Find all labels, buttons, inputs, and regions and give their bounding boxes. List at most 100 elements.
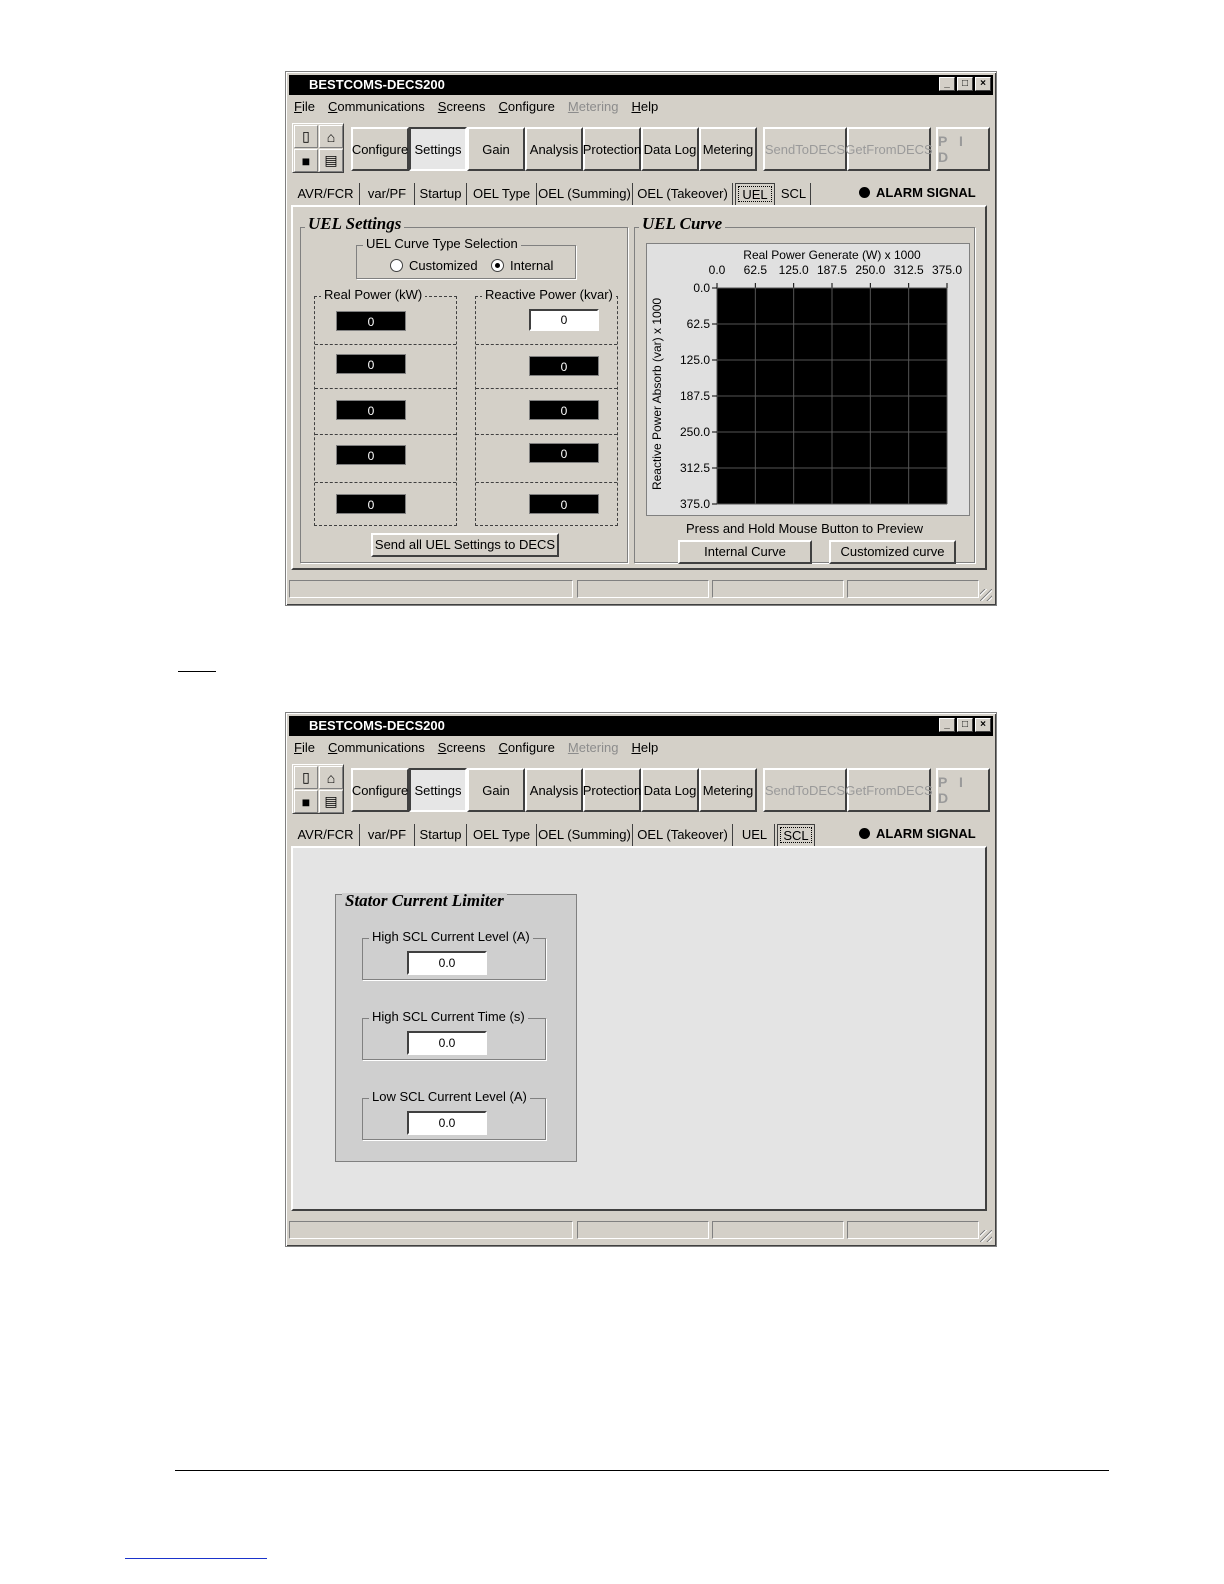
analysis-button[interactable]: Analysis: [525, 768, 583, 812]
chart-y-tick-label: 0.0: [693, 281, 710, 295]
menu-help[interactable]: Help: [631, 739, 658, 757]
save-disk-icon[interactable]: ■: [294, 149, 318, 172]
menu-communications[interactable]: Communications: [328, 98, 425, 116]
status-pane-4: [847, 1221, 979, 1239]
menu-communications[interactable]: Communications: [328, 739, 425, 757]
menu-help[interactable]: Help: [631, 98, 658, 116]
save-disk-icon[interactable]: ■: [294, 790, 318, 813]
high-scl-time-input[interactable]: 0.0: [407, 1031, 487, 1055]
menu-screens[interactable]: Screens: [438, 739, 486, 757]
real-power-value-4[interactable]: 0: [336, 445, 406, 465]
tab-avr-fcr[interactable]: AVR/FCR: [292, 183, 360, 205]
real-power-title: Real Power (kW): [321, 287, 426, 303]
tab-scl[interactable]: SCL: [777, 183, 811, 205]
tab-oel-takeover[interactable]: OEL (Takeover): [633, 824, 733, 846]
reactive-power-value-3[interactable]: 0: [529, 400, 599, 420]
real-power-value-3[interactable]: 0: [336, 400, 406, 420]
reactive-power-value-4[interactable]: 0: [529, 443, 599, 463]
tab-oel-takeover[interactable]: OEL (Takeover): [633, 183, 733, 205]
maximize-icon[interactable]: □: [957, 77, 973, 91]
radio-internal-icon[interactable]: [491, 259, 504, 272]
real-power-value-5[interactable]: 0: [336, 494, 406, 514]
high-scl-level-input[interactable]: 0.0: [407, 951, 487, 975]
tab-scl[interactable]: SCL: [777, 824, 815, 846]
high-scl-level-label: High SCL Current Level (A): [369, 929, 533, 945]
metering-button[interactable]: Metering: [699, 127, 757, 171]
tab-var-pf[interactable]: var/PF: [360, 824, 415, 846]
tab-uel[interactable]: UEL: [735, 183, 775, 205]
chart-y-tick-label: 187.5: [680, 389, 710, 403]
configure-button[interactable]: Configure: [351, 768, 409, 812]
print-icon[interactable]: ▤: [319, 790, 343, 813]
resize-grip-icon[interactable]: [980, 1230, 992, 1242]
title-bar: BESTCOMS-DECS200 _ □ ×: [289, 716, 993, 736]
configure-button[interactable]: Configure: [351, 127, 409, 171]
chart-x-tick-label: 187.5: [817, 263, 847, 277]
reactive-power-value-5[interactable]: 0: [529, 494, 599, 514]
real-power-value-1[interactable]: 0: [336, 311, 406, 331]
window-title: BESTCOMS-DECS200: [309, 77, 445, 92]
internal-curve-button[interactable]: Internal Curve: [678, 540, 812, 564]
data-log-button[interactable]: Data Log: [641, 768, 699, 812]
new-file-icon[interactable]: ▯: [294, 125, 318, 148]
protection-button[interactable]: Protection: [583, 768, 641, 812]
close-icon[interactable]: ×: [975, 718, 991, 732]
radio-customized-icon[interactable]: [390, 259, 403, 272]
uel-curve-title: UEL Curve: [639, 215, 726, 232]
status-pane-4: [847, 580, 979, 598]
tab-uel[interactable]: UEL: [735, 824, 775, 846]
status-pane-3: [712, 580, 844, 598]
gain-button[interactable]: Gain: [467, 127, 525, 171]
menu-file[interactable]: File: [294, 739, 315, 757]
send-to-decs-button: SendToDECS: [763, 768, 847, 812]
settings-button[interactable]: Settings: [409, 768, 467, 812]
uel-settings-title: UEL Settings: [305, 215, 405, 232]
radio-internal-label: Internal: [510, 258, 554, 273]
close-icon[interactable]: ×: [975, 77, 991, 91]
get-from-decs-button: GetFromDECS: [845, 127, 933, 171]
open-folder-icon[interactable]: ⌂: [319, 125, 343, 148]
tab-oel-summing[interactable]: OEL (Summing): [537, 824, 633, 846]
radio-customized[interactable]: Customized: [390, 258, 478, 273]
maximize-icon[interactable]: □: [957, 718, 973, 732]
menu-metering: Metering: [567, 99, 619, 114]
menu-configure[interactable]: Configure: [499, 98, 555, 116]
settings-button[interactable]: Settings: [409, 127, 467, 171]
minimize-icon[interactable]: _: [939, 77, 955, 91]
minimize-icon[interactable]: _: [939, 718, 955, 732]
caption-underline: [178, 671, 216, 672]
analysis-button[interactable]: Analysis: [525, 127, 583, 171]
resize-grip-icon[interactable]: [980, 589, 992, 601]
menu-file[interactable]: File: [294, 98, 315, 116]
reactive-power-value-2[interactable]: 0: [529, 356, 599, 376]
metering-button[interactable]: Metering: [699, 768, 757, 812]
tab-oel-type[interactable]: OEL Type: [467, 183, 537, 205]
app-window-uel: BESTCOMS-DECS200 _ □ × File Communicatio…: [285, 71, 997, 606]
menu-screens[interactable]: Screens: [438, 98, 486, 116]
low-scl-level-input[interactable]: 0.0: [407, 1111, 487, 1135]
pid-button[interactable]: P I D: [936, 768, 990, 812]
open-folder-icon[interactable]: ⌂: [319, 766, 343, 789]
tab-oel-type[interactable]: OEL Type: [467, 824, 537, 846]
high-scl-time-group: High SCL Current Time (s) 0.0: [362, 1009, 546, 1060]
radio-internal[interactable]: Internal: [491, 258, 553, 273]
alarm-dot-icon: [859, 828, 870, 839]
status-pane-2: [577, 580, 709, 598]
data-log-button[interactable]: Data Log: [641, 127, 699, 171]
tab-startup[interactable]: Startup: [415, 183, 467, 205]
pid-button[interactable]: P I D: [936, 127, 990, 171]
print-icon[interactable]: ▤: [319, 149, 343, 172]
tab-var-pf[interactable]: var/PF: [360, 183, 415, 205]
menu-configure[interactable]: Configure: [499, 739, 555, 757]
send-uel-settings-button[interactable]: Send all UEL Settings to DECS: [371, 533, 559, 557]
tab-oel-summing[interactable]: OEL (Summing): [537, 183, 633, 205]
customized-curve-button[interactable]: Customized curve: [829, 540, 956, 564]
real-power-value-2[interactable]: 0: [336, 354, 406, 374]
new-file-icon[interactable]: ▯: [294, 766, 318, 789]
gain-button[interactable]: Gain: [467, 768, 525, 812]
reactive-power-value-1[interactable]: 0: [529, 309, 599, 331]
status-bar: [289, 1221, 979, 1241]
tab-avr-fcr[interactable]: AVR/FCR: [292, 824, 360, 846]
tab-startup[interactable]: Startup: [415, 824, 467, 846]
protection-button[interactable]: Protection: [583, 127, 641, 171]
